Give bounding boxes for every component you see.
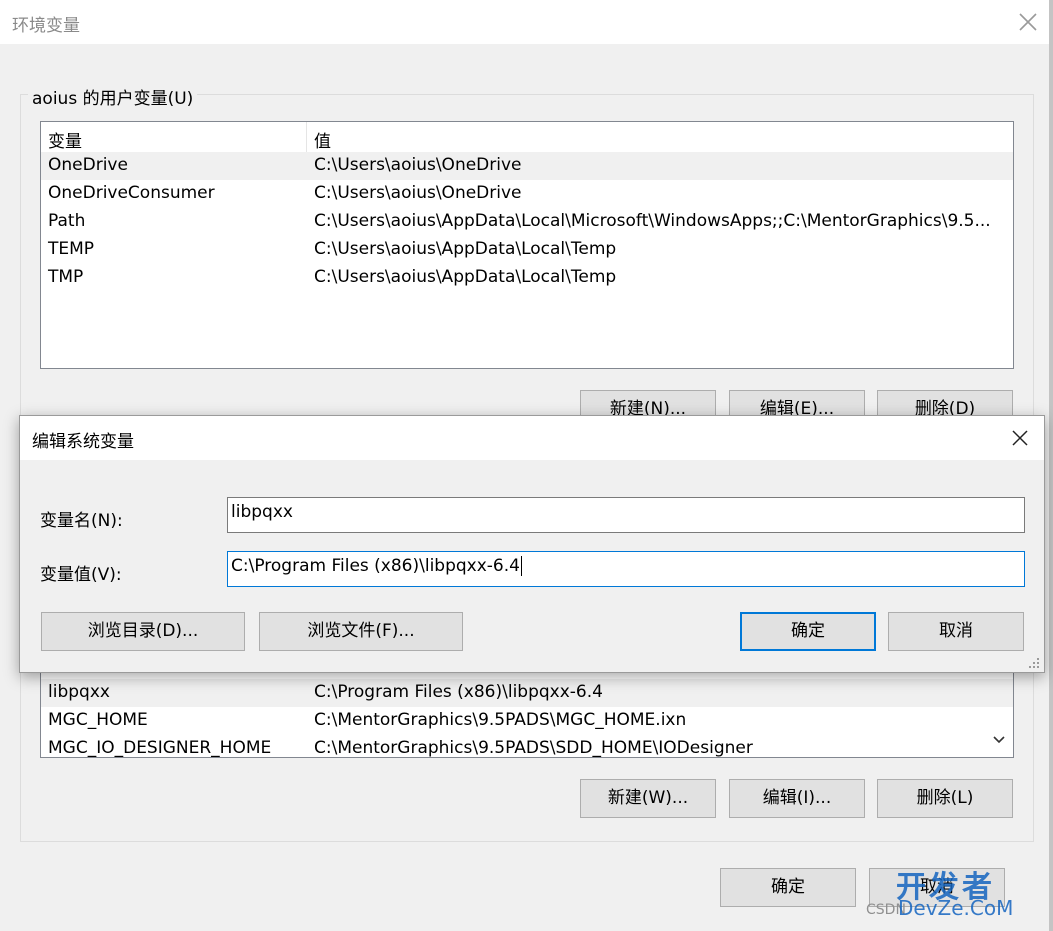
system-new-button[interactable]: 新建(W)... <box>580 779 716 818</box>
variable-value-label: 变量值(V): <box>40 565 122 585</box>
text-caret <box>520 556 522 576</box>
table-row[interactable]: OneDriveConsumer C:\Users\aoius\OneDrive <box>41 180 1013 208</box>
table-row[interactable]: Path C:\Users\aoius\AppData\Local\Micros… <box>41 208 1013 236</box>
variable-name: MGC_HOME <box>48 710 148 730</box>
variable-value: C:\MentorGraphics\9.5PADS\SDD_HOME\IODes… <box>314 738 753 758</box>
column-header-value[interactable]: 值 <box>307 122 1013 152</box>
site-watermark-url: DevZe.CoM <box>898 896 1014 920</box>
system-edit-button[interactable]: 编辑(I)... <box>729 779 865 818</box>
window-title: 环境变量 <box>12 16 80 36</box>
ok-button[interactable]: 确定 <box>720 868 856 907</box>
variable-name: OneDriveConsumer <box>48 183 215 203</box>
window-titlebar <box>0 0 1049 44</box>
window-edge <box>1049 0 1053 931</box>
edit-system-variable-dialog: 编辑系统变量 变量名(N): libpqxx 变量值(V): C:\Progra… <box>19 415 1045 673</box>
dialog-title: 编辑系统变量 <box>32 432 134 452</box>
user-variables-list[interactable]: 变量 值 OneDrive C:\Users\aoius\OneDrive On… <box>40 121 1014 369</box>
variable-name: TMP <box>48 267 84 287</box>
variable-value: C:\Users\aoius\OneDrive <box>314 183 522 203</box>
close-icon[interactable] <box>1007 425 1033 451</box>
variable-value: C:\MentorGraphics\9.5PADS\MGC_HOME.ixn <box>314 710 687 730</box>
dialog-titlebar <box>20 416 1044 460</box>
variable-name: MGC_IO_DESIGNER_HOME <box>48 738 272 758</box>
browse-directory-button[interactable]: 浏览目录(D)... <box>41 612 245 651</box>
table-row[interactable]: TMP C:\Users\aoius\AppData\Local\Temp <box>41 264 1013 292</box>
variable-value: C:\Program Files (x86)\libpqxx-6.4 <box>314 682 603 702</box>
close-icon[interactable] <box>1015 9 1041 35</box>
system-variables-list[interactable]: libpqxx C:\Program Files (x86)\libpqxx-6… <box>40 670 1014 758</box>
variable-name-input[interactable]: libpqxx <box>227 497 1025 533</box>
variable-value: C:\Users\aoius\AppData\Local\Temp <box>314 239 617 259</box>
user-variables-label: aoius 的用户变量(U) <box>28 84 198 109</box>
variable-name: TEMP <box>48 239 95 259</box>
variable-name: OneDrive <box>48 155 128 175</box>
table-row[interactable]: TEMP C:\Users\aoius\AppData\Local\Temp <box>41 236 1013 264</box>
variable-value: C:\Users\aoius\AppData\Local\Temp <box>314 267 617 287</box>
variable-value: C:\Users\aoius\AppData\Local\Microsoft\W… <box>314 211 991 231</box>
variable-name: libpqxx <box>48 682 110 702</box>
browse-file-button[interactable]: 浏览文件(F)... <box>259 612 463 651</box>
variable-name: Path <box>48 211 86 231</box>
table-row[interactable]: MGC_HOME C:\MentorGraphics\9.5PADS\MGC_H… <box>41 707 1013 735</box>
variable-value: C:\Users\aoius\OneDrive <box>314 155 522 175</box>
column-header-variable[interactable]: 变量 <box>41 122 307 152</box>
resize-grip-icon[interactable] <box>1025 656 1041 670</box>
dialog-ok-button[interactable]: 确定 <box>740 612 876 651</box>
variable-value-input[interactable]: C:\Program Files (x86)\libpqxx-6.4 <box>227 551 1025 587</box>
dialog-cancel-button[interactable]: 取消 <box>888 612 1024 651</box>
list-header: 变量 值 <box>41 122 1013 152</box>
system-delete-button[interactable]: 删除(L) <box>877 779 1013 818</box>
table-row[interactable]: MGC_IO_DESIGNER_HOME C:\MentorGraphics\9… <box>41 735 1013 758</box>
table-row[interactable]: libpqxx C:\Program Files (x86)\libpqxx-6… <box>41 679 1013 707</box>
scroll-down-icon[interactable] <box>988 728 1010 752</box>
table-row[interactable]: OneDrive C:\Users\aoius\OneDrive <box>41 152 1013 180</box>
variable-name-label: 变量名(N): <box>40 511 123 531</box>
